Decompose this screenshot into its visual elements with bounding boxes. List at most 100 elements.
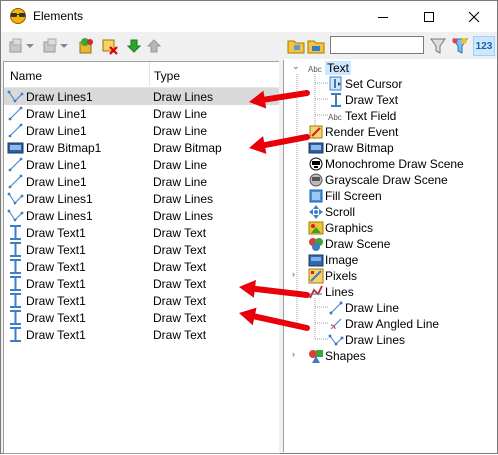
row-name: Draw Text1 [26, 226, 86, 240]
row-name: Draw Lines1 [26, 192, 93, 206]
image-icon [308, 252, 324, 268]
tree-label: Draw Angled Line [345, 317, 440, 331]
move-down-icon[interactable] [125, 37, 143, 55]
column-header-name[interactable]: Name [10, 69, 42, 83]
draw-bitmap-icon [7, 139, 24, 156]
move-up-icon[interactable] [145, 37, 163, 55]
row-name: Draw Text1 [26, 260, 86, 274]
tree-label: Draw Line [345, 301, 400, 315]
list-header: Name Type [4, 62, 279, 88]
new-element-icon[interactable] [7, 37, 25, 55]
text-abc-icon: Abc [308, 60, 324, 76]
row-name: Draw Line1 [26, 124, 87, 138]
draw-line-icon [7, 105, 24, 122]
expand-toggle-pixels[interactable]: › [292, 270, 301, 279]
table-row[interactable]: Draw Line1 Draw Line [4, 156, 279, 173]
row-type: Draw Line [153, 158, 208, 172]
table-row[interactable]: Draw Text1 Draw Text [4, 224, 279, 241]
table-row[interactable]: Draw Lines1 Draw Lines [4, 207, 279, 224]
table-row[interactable]: Draw Text1 Draw Text [4, 275, 279, 292]
fill-screen-icon [308, 188, 324, 204]
bitmap-icon [308, 140, 324, 156]
table-row[interactable]: Draw Text1 Draw Text [4, 326, 279, 343]
tree-label: Pixels [325, 269, 358, 283]
table-row[interactable]: Draw Lines1 Draw Lines [4, 190, 279, 207]
window-title: Elements [33, 9, 84, 23]
text-field-icon: Abc [328, 108, 344, 124]
draw-line-icon [7, 173, 24, 190]
minimize-button[interactable] [360, 1, 406, 32]
new-child-icon[interactable] [41, 37, 59, 55]
row-type: Draw Text [153, 311, 207, 325]
tree-label: Scroll [325, 205, 356, 219]
row-type: Draw Text [153, 277, 207, 291]
chevron-down-icon[interactable] [25, 37, 35, 55]
row-name: Draw Text1 [26, 277, 86, 291]
expand-toggle-text[interactable]: ⌄ [292, 62, 301, 71]
element-palette: 123 ⌄ Abc Text Set Cursor Draw Text Abc … [283, 33, 497, 453]
render-event-icon [308, 124, 324, 140]
duplicate-icon[interactable] [77, 37, 95, 55]
table-row[interactable]: Draw Line1 Draw Line [4, 105, 279, 122]
maximize-button[interactable] [406, 1, 452, 32]
draw-lines-icon [7, 190, 24, 207]
app-glasses-icon [9, 8, 27, 27]
table-row[interactable]: Draw Line1 Draw Line [4, 122, 279, 139]
elements-list: Name Type Draw Lines1 Draw Lines Draw Line… [3, 61, 280, 454]
grayscale-scene-icon [308, 172, 324, 188]
tree-label: Graphics [325, 221, 374, 235]
table-row[interactable]: Draw Text1 Draw Text [4, 309, 279, 326]
row-type: Draw Text [153, 328, 207, 342]
row-type: Draw Line [153, 124, 208, 138]
tree-label: Render Event [325, 125, 399, 139]
row-name: Draw Lines1 [26, 209, 93, 223]
expand-toggle-shapes[interactable]: › [292, 350, 301, 359]
tree-label: Image [325, 253, 359, 267]
row-type: Draw Text [153, 226, 207, 240]
color-filter-icon[interactable] [451, 37, 469, 55]
search-input[interactable] [330, 36, 424, 54]
numbers-toggle-icon[interactable]: 123 [473, 36, 495, 56]
folder-expand-icon[interactable] [307, 37, 325, 55]
table-row[interactable]: Draw Text1 Draw Text [4, 258, 279, 275]
table-row[interactable]: Draw Text1 Draw Text [4, 292, 279, 309]
column-header-type[interactable]: Type [154, 69, 180, 83]
line-icon [328, 300, 344, 316]
row-name: Draw Line1 [26, 158, 87, 172]
folder-view-icon[interactable] [287, 37, 305, 55]
draw-lines-icon [7, 88, 24, 105]
graphics-icon [308, 220, 324, 236]
row-name: Draw Text1 [26, 294, 86, 308]
row-type: Draw Lines [153, 209, 214, 223]
scroll-arrows-icon [308, 204, 324, 220]
expand-toggle-lines[interactable]: ⌄ [292, 286, 301, 295]
draw-text-icon [7, 241, 24, 258]
draw-text-icon [7, 292, 24, 309]
palette-toolbar: 123 [283, 33, 497, 59]
table-row[interactable]: Draw Bitmap1 Draw Bitmap [4, 139, 279, 156]
draw-text-icon [7, 326, 24, 343]
row-type: Draw Line [153, 107, 208, 121]
svg-text:Abc: Abc [328, 113, 342, 122]
tree-label: Fill Screen [325, 189, 382, 203]
column-divider[interactable] [149, 62, 150, 86]
draw-line-icon [7, 156, 24, 173]
lines-icon [308, 284, 324, 300]
table-row[interactable]: Draw Lines1 Draw Lines [4, 88, 279, 105]
close-button[interactable] [451, 1, 497, 32]
table-row[interactable]: Draw Text1 Draw Text [4, 241, 279, 258]
row-type: Draw Text [153, 243, 207, 257]
row-name: Draw Line1 [26, 175, 87, 189]
row-name: Draw Bitmap1 [26, 141, 102, 155]
chevron-down-icon[interactable] [59, 37, 69, 55]
row-type: Draw Text [153, 260, 207, 274]
table-row[interactable]: Draw Line1 Draw Line [4, 173, 279, 190]
svg-text:Abc: Abc [308, 65, 322, 74]
polyline-icon [328, 332, 344, 348]
draw-text-icon [7, 309, 24, 326]
row-name: Draw Text1 [26, 311, 86, 325]
filter-icon[interactable] [429, 37, 447, 55]
row-type: Draw Lines [153, 192, 214, 206]
delete-icon[interactable] [101, 37, 119, 55]
element-tree: ⌄ Abc Text Set Cursor Draw Text Abc Text… [283, 60, 498, 452]
